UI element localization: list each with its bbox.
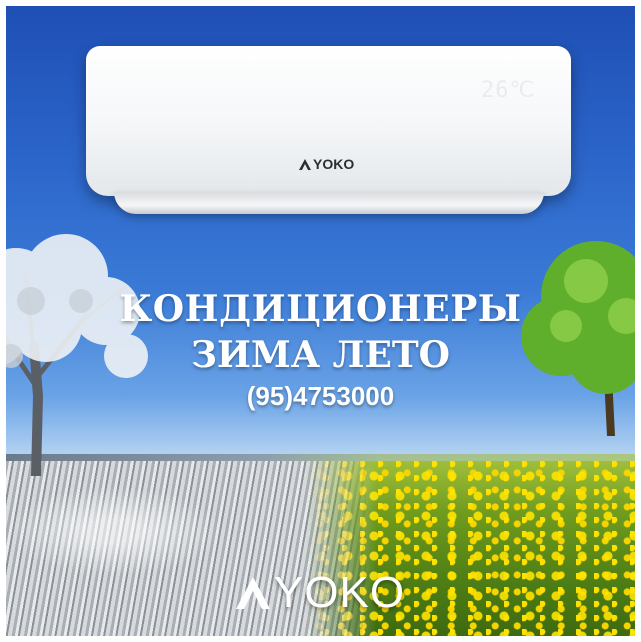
ac-body: 26℃ YOKO	[86, 46, 571, 196]
ad-scene: 26℃ YOKO КОНДИЦИОНЕРЫ ЗИМА ЛЕТО (95)4753…	[6, 6, 635, 636]
ac-brand-logo: YOKO	[299, 156, 354, 172]
bottom-brand-logo: YOKO	[6, 568, 635, 618]
ac-louver	[114, 192, 544, 214]
ac-brand-text: YOKO	[313, 156, 355, 172]
headline-line-1: КОНДИЦИОНЕРЫ	[119, 288, 522, 330]
bottom-brand-text: YOKO	[273, 568, 406, 617]
yoko-triangle-icon	[299, 158, 311, 170]
headline-line-2: ЗИМА ЛЕТО	[190, 334, 451, 376]
air-conditioner-unit: 26℃ YOKO	[86, 46, 571, 216]
ac-temperature-display: 26℃	[481, 78, 536, 103]
phone-number: (95)4753000	[246, 381, 395, 411]
ad-frame: 26℃ YOKO КОНДИЦИОНЕРЫ ЗИМА ЛЕТО (95)4753…	[0, 0, 641, 642]
yoko-logo-icon	[235, 577, 270, 609]
